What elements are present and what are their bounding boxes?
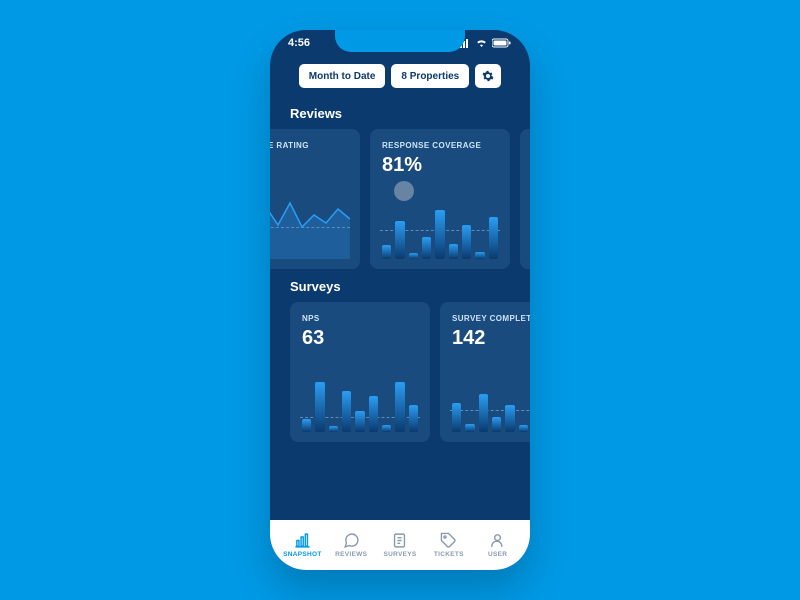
main-content: Reviews AVERAGE RATING 4.5 RESPONSE COVE…	[270, 96, 530, 520]
status-indicators	[457, 38, 512, 48]
bar-chart	[450, 362, 530, 432]
chart-bar-icon	[294, 532, 311, 549]
tab-user[interactable]: USER	[473, 532, 522, 558]
clipboard-icon	[391, 532, 408, 549]
card-value: 142	[452, 327, 530, 350]
tab-label: TICKETS	[434, 551, 464, 558]
tag-icon	[440, 532, 457, 549]
filter-date-range[interactable]: Month to Date	[299, 64, 386, 88]
status-time: 4:56	[288, 37, 310, 49]
gear-icon	[482, 70, 494, 82]
section-title-reviews: Reviews	[270, 96, 530, 129]
tab-label: REVIEWS	[335, 551, 367, 558]
tab-surveys[interactable]: SURVEYS	[376, 532, 425, 558]
tab-snapshot[interactable]: SNAPSHOT	[278, 532, 327, 558]
card-value: 63	[302, 327, 418, 350]
filter-bar: Month to Date 8 Properties	[270, 60, 530, 92]
card-value: 81%	[382, 154, 498, 177]
filter-properties[interactable]: 8 Properties	[391, 64, 469, 88]
bar-chart	[300, 362, 420, 432]
section-title-surveys: Surveys	[270, 269, 530, 302]
card-label: RESPONSE COVERAGE	[382, 141, 498, 150]
tab-bar: SNAPSHOT REVIEWS SURVEYS TICKETS USER	[270, 520, 530, 570]
card-label: AVERAGE RATING	[270, 141, 348, 150]
wifi-icon	[475, 38, 488, 48]
card-nps[interactable]: NPS 63	[290, 302, 430, 442]
surveys-cards[interactable]: NPS 63 SURVEY COMPLETED 142	[280, 302, 530, 442]
card-average-rating[interactable]: AVERAGE RATING 4.5	[270, 129, 360, 269]
card-response-coverage[interactable]: RESPONSE COVERAGE 81%	[370, 129, 510, 269]
bar-chart	[380, 189, 500, 259]
reviews-cards[interactable]: AVERAGE RATING 4.5 RESPONSE COVERAGE 81%	[270, 129, 530, 269]
tab-label: SURVEYS	[383, 551, 416, 558]
settings-button[interactable]	[475, 64, 501, 88]
user-icon	[489, 532, 506, 549]
area-chart	[270, 189, 350, 259]
card-label: NPS	[302, 314, 418, 323]
card-label: SURVEY COMPLETED	[452, 314, 530, 323]
device-notch	[335, 30, 465, 52]
card-value: 4.5	[270, 154, 348, 177]
tab-reviews[interactable]: REVIEWS	[327, 532, 376, 558]
card-peek[interactable]	[520, 129, 530, 269]
phone-frame: 4:56 Month to Date 8 Properties Reviews …	[270, 30, 530, 570]
tab-tickets[interactable]: TICKETS	[424, 532, 473, 558]
card-survey-completed[interactable]: SURVEY COMPLETED 142	[440, 302, 530, 442]
speech-bubble-icon	[343, 532, 360, 549]
baseline	[270, 227, 350, 228]
tab-label: USER	[488, 551, 507, 558]
tab-label: SNAPSHOT	[283, 551, 322, 558]
battery-icon	[492, 38, 512, 48]
